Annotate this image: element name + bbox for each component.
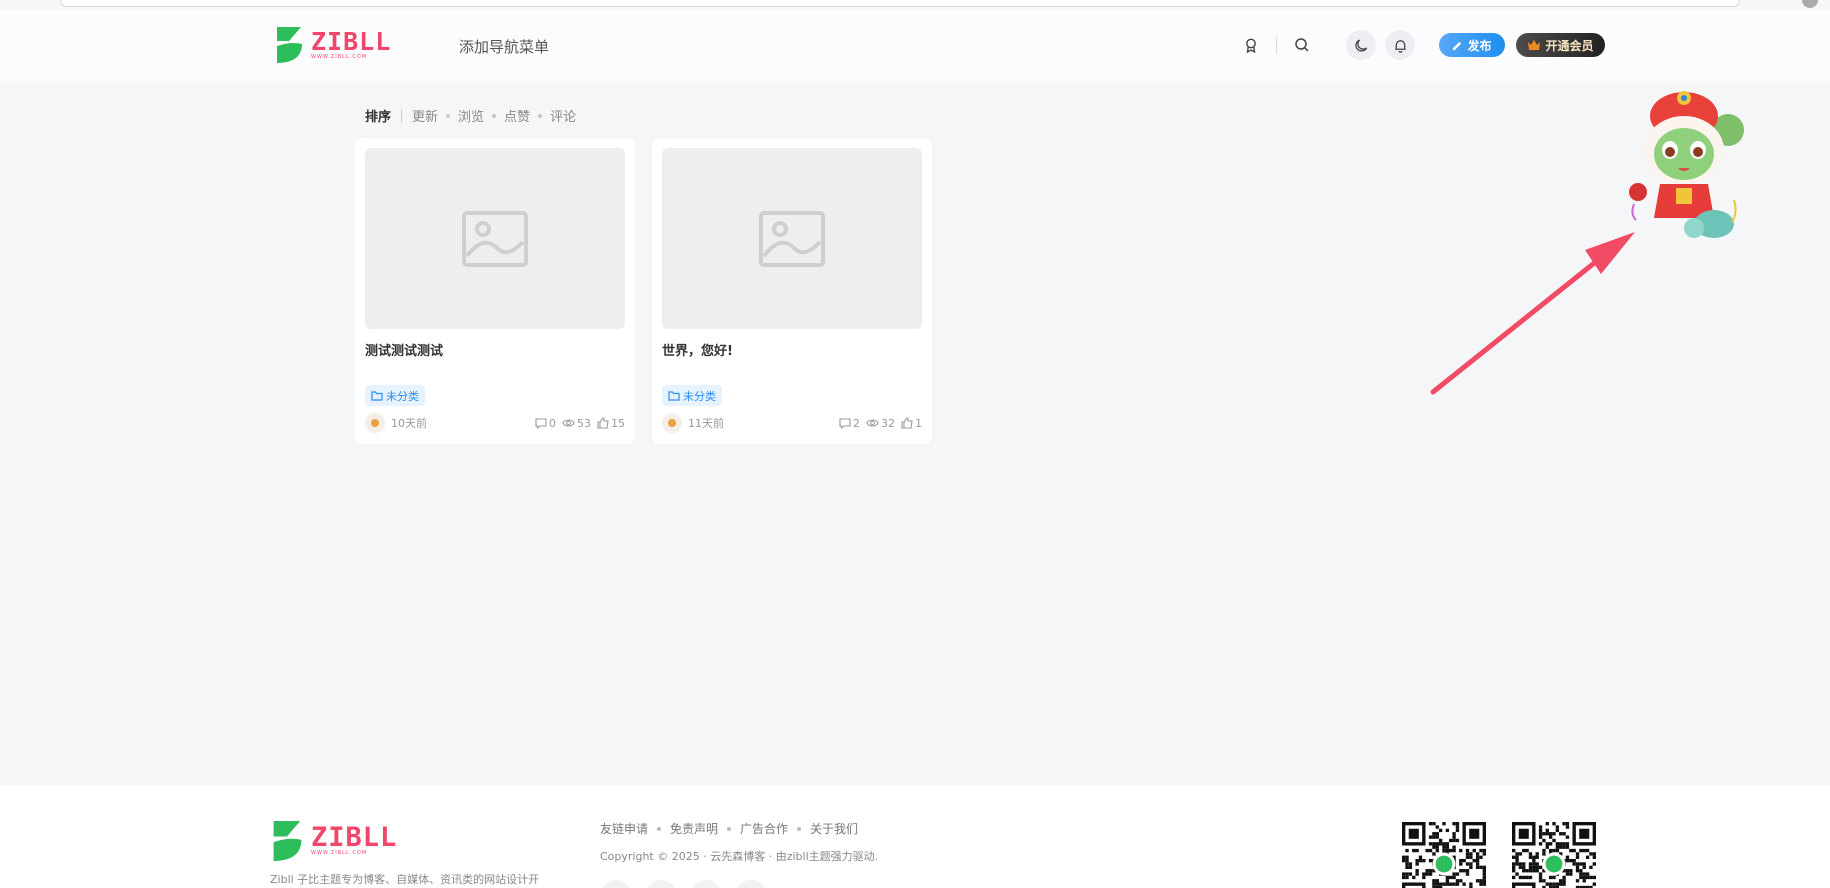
footer-link-ads[interactable]: 广告合作 [740, 820, 788, 837]
post-title[interactable]: 测试测试测试 [365, 340, 443, 359]
thumb-up-icon [901, 417, 913, 429]
sort-divider [401, 108, 403, 123]
footer-link-about[interactable]: 关于我们 [810, 820, 858, 837]
logo-url: WWW.ZIBLL.COM [311, 53, 368, 60]
site-header: ZIBLL WWW.ZIBLL.COM 添加导航菜单 发布 开通会员 [0, 10, 1830, 81]
eye-icon [866, 419, 879, 427]
post-thumbnail[interactable] [365, 148, 625, 329]
folder-icon [668, 391, 680, 401]
author-avatar[interactable] [365, 413, 385, 433]
notification-button[interactable] [1385, 30, 1415, 60]
post-meta: 11天前 2 32 1 [662, 413, 922, 433]
site-logo[interactable]: ZIBLL WWW.ZIBLL.COM [274, 27, 391, 63]
logo-mark-icon [273, 821, 302, 861]
sort-option-likes[interactable]: 点赞 [504, 106, 530, 125]
search-icon [1295, 38, 1309, 52]
image-placeholder-icon [759, 210, 825, 267]
post-stats: 2 32 1 [839, 417, 922, 430]
link-dot [657, 826, 662, 831]
sort-dot [492, 113, 497, 118]
view-count: 32 [866, 417, 895, 430]
logo-wordmark: ZIBLL WWW.ZIBLL.COM [311, 821, 398, 856]
logo-word: ZIBLL [311, 821, 398, 853]
browser-profile-avatar[interactable] [1802, 0, 1818, 8]
crown-icon [1528, 40, 1541, 50]
post-card[interactable]: 世界，您好! 未分类 11天前 2 32 1 [652, 138, 932, 444]
social-button[interactable] [735, 880, 767, 888]
post-stats: 0 53 15 [535, 417, 625, 430]
post-meta: 10天前 0 53 15 [365, 413, 625, 433]
comment-count: 2 [839, 417, 860, 430]
post-thumbnail[interactable] [662, 148, 922, 329]
social-button[interactable] [600, 880, 632, 888]
mascot-character-icon[interactable] [1622, 88, 1744, 248]
social-links [600, 880, 767, 888]
category-badge[interactable]: 未分类 [662, 385, 722, 406]
footer-link-friend-apply[interactable]: 友链申请 [600, 820, 648, 837]
category-label: 未分类 [386, 389, 419, 403]
author-avatar[interactable] [662, 413, 682, 433]
logo-mark-icon [277, 27, 302, 63]
medal-button[interactable] [1236, 30, 1266, 60]
post-card[interactable]: 测试测试测试 未分类 10天前 0 53 15 [355, 138, 635, 444]
sort-dot [538, 113, 543, 118]
category-label: 未分类 [683, 389, 716, 403]
site-description: Zibll 子比主题专为博客、自媒体、资讯类的网站设计开 [270, 873, 540, 886]
pencil-icon [1453, 41, 1462, 50]
logo-wordmark: ZIBLL WWW.ZIBLL.COM [311, 26, 392, 60]
qr-code-icon [1402, 822, 1486, 888]
vip-label: 开通会员 [1545, 38, 1594, 53]
folder-icon [371, 391, 383, 401]
header-divider [1276, 37, 1277, 54]
site-footer: ZIBLL WWW.ZIBLL.COM Zibll 子比主题专为博客、自媒体、资… [0, 785, 1830, 888]
qr-code-left [1402, 822, 1486, 888]
comment-icon [839, 417, 851, 429]
view-count: 53 [562, 417, 591, 430]
browser-top-strip [0, 0, 1830, 10]
footer-logo[interactable]: ZIBLL WWW.ZIBLL.COM [270, 821, 397, 861]
moon-icon [1354, 38, 1367, 52]
publish-button[interactable]: 发布 [1439, 33, 1505, 57]
publish-label: 发布 [1467, 38, 1492, 53]
like-count[interactable]: 1 [901, 417, 922, 430]
social-button[interactable] [690, 880, 722, 888]
post-time: 11天前 [688, 417, 724, 430]
copyright-text: Copyright © 2025 · 云先森博客 · 由zibll主题强力驱动. [600, 850, 879, 863]
address-bar[interactable] [60, 0, 1740, 7]
sort-bar: 排序 更新 浏览 点赞 评论 [365, 106, 576, 125]
sort-title: 排序 [365, 110, 392, 125]
logo-url: WWW.ZIBLL.COM [311, 849, 368, 856]
logo-word: ZIBLL [311, 26, 392, 56]
social-button[interactable] [645, 880, 677, 888]
qr-code-right [1512, 822, 1596, 888]
post-title[interactable]: 世界，您好! [662, 340, 733, 359]
qr-code-icon [1512, 822, 1596, 888]
comment-count: 0 [535, 417, 556, 430]
post-time: 10天前 [391, 417, 427, 430]
footer-link-disclaimer[interactable]: 免责声明 [670, 820, 718, 837]
sort-dot [446, 113, 451, 118]
image-placeholder-icon [462, 210, 528, 267]
like-count[interactable]: 15 [597, 417, 625, 430]
dark-mode-toggle[interactable] [1346, 30, 1376, 60]
vip-button[interactable]: 开通会员 [1516, 33, 1605, 57]
search-button[interactable] [1287, 30, 1317, 60]
sort-option-update[interactable]: 更新 [412, 106, 438, 125]
footer-links: 友链申请 免责声明 广告合作 关于我们 [600, 820, 858, 837]
red-arrow-annotation [1430, 232, 1635, 395]
thumb-up-icon [597, 417, 609, 429]
category-badge[interactable]: 未分类 [365, 385, 425, 406]
eye-icon [562, 419, 575, 427]
bell-icon [1394, 39, 1406, 53]
comment-icon [535, 417, 547, 429]
link-dot [727, 826, 732, 831]
link-dot [797, 826, 802, 831]
medal-icon [1246, 38, 1256, 53]
sort-option-comments[interactable]: 评论 [550, 106, 576, 125]
sort-option-views[interactable]: 浏览 [458, 106, 484, 125]
add-nav-menu-link[interactable]: 添加导航菜单 [459, 36, 549, 57]
